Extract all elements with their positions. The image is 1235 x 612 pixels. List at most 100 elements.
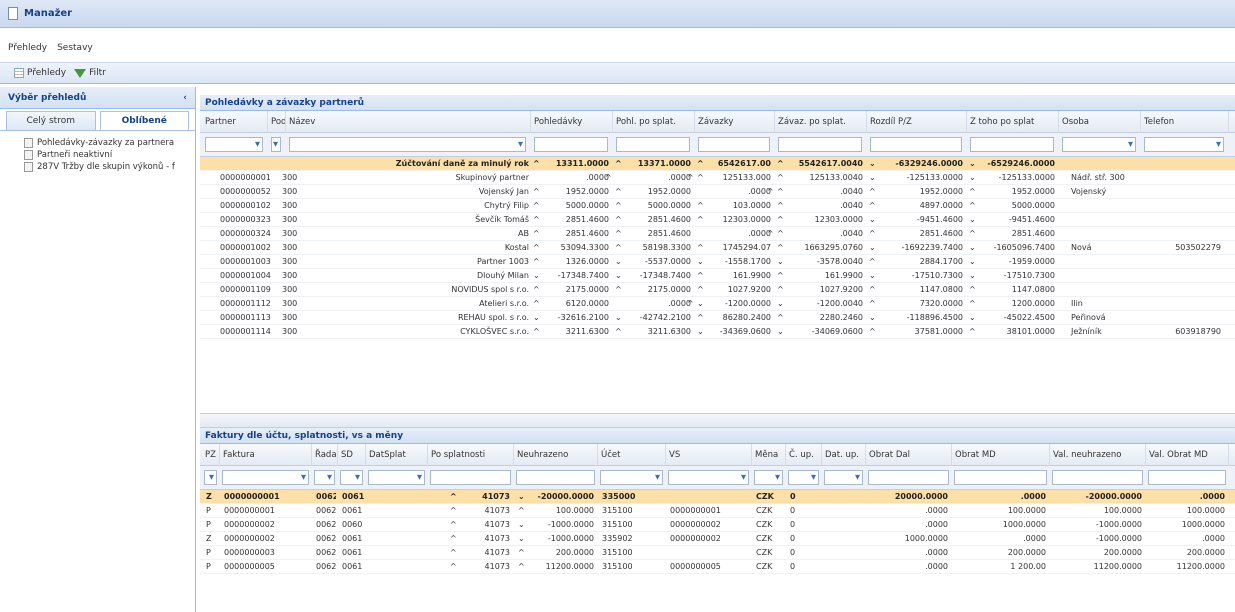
column-filter-input[interactable]	[430, 470, 511, 485]
arrow-down-icon: ⌄	[969, 215, 976, 224]
panel-splitter[interactable]	[200, 413, 1235, 428]
table-row[interactable]: P 0000000005 0062 0061 ^ 41073 ^ 11200.0000 3151…	[200, 560, 1235, 574]
column-header[interactable]: Účet	[598, 444, 666, 466]
table-row[interactable]: P 0000000002 0062 0060 ^ 41073 ⌄ -1000.0000 3151…	[200, 518, 1235, 532]
column-header[interactable]: Měna	[752, 444, 786, 466]
tree-item[interactable]: Pohledávky-závazky za partnera	[0, 137, 195, 149]
column-filter-input[interactable]	[954, 470, 1047, 485]
column-filter-input[interactable]	[698, 137, 770, 152]
column-header[interactable]: Z toho po splat	[967, 111, 1059, 133]
column-filter-input[interactable]	[1144, 137, 1224, 152]
column-header[interactable]: Pohledávky	[531, 111, 613, 133]
menu-sestavy[interactable]: Sestavy	[57, 43, 93, 53]
column-filter-input[interactable]	[314, 470, 335, 485]
column-filter-input[interactable]	[368, 470, 425, 485]
column-filter-input[interactable]	[340, 470, 363, 485]
filtr-button[interactable]: Filtr	[74, 68, 106, 78]
table-row[interactable]: 0000000102 300 Chytrý Filip ^ 5000.0000 ^ 5000…	[200, 199, 1235, 213]
column-header[interactable]: Po splatnosti	[428, 444, 514, 466]
column-header[interactable]: PZ	[202, 444, 220, 466]
column-filter-input[interactable]	[970, 137, 1054, 152]
table-row[interactable]: 0000001109 300 NOVIDUS spol s r.o. ^ 2175.00…	[200, 283, 1235, 297]
table-row[interactable]: Z 0000000001 0062 0061 ^ 41073 ⌄ -20000.0000 335…	[200, 490, 1235, 504]
column-filter-input[interactable]	[1052, 470, 1143, 485]
column-filter-input[interactable]	[204, 470, 217, 485]
summary-row[interactable]: Zúčtování daně za minulý rok ^ 13311.0000 ^…	[200, 157, 1235, 171]
column-filter-input[interactable]	[668, 470, 749, 485]
column-filter-input[interactable]	[1062, 137, 1136, 152]
invoices-filter-row	[200, 466, 1235, 490]
amount-value: -6529246.0000	[987, 159, 1055, 168]
contact-person: Nová	[1071, 243, 1092, 252]
column-header[interactable]: Dat. up.	[822, 444, 866, 466]
tab-cely-strom[interactable]: Celý strom	[6, 111, 96, 130]
column-filter-input[interactable]	[754, 470, 783, 485]
column-filter-input[interactable]	[222, 470, 309, 485]
column-filter-input[interactable]	[868, 470, 949, 485]
table-row[interactable]: P 0000000001 0062 0061 ^ 41073 ^ 100.0000 315100…	[200, 504, 1235, 518]
amount-value: 125133.0040	[809, 173, 863, 182]
currency-turnover-debit: .0000	[1202, 534, 1225, 543]
table-row[interactable]: 0000000323 300 Ševčík Tomáš ^ 2851.4600 ^ 2851…	[200, 213, 1235, 227]
arrow-down-icon: ⌄	[869, 173, 876, 182]
table-row[interactable]: 0000001003 300 Partner 1003 ^ 1326.0000 ⌄ -553…	[200, 255, 1235, 269]
column-header[interactable]: Partner	[202, 111, 268, 133]
column-filter-input[interactable]	[1148, 470, 1226, 485]
table-row[interactable]: Z 0000000002 0062 0061 ^ 41073 ⌄ -1000.0000 3359…	[200, 532, 1235, 546]
column-filter-input[interactable]	[516, 470, 595, 485]
prehledy-button[interactable]: Přehledy	[14, 68, 66, 78]
column-header[interactable]: Závazky	[695, 111, 775, 133]
column-header[interactable]: Č. up.	[786, 444, 822, 466]
table-row[interactable]: 0000001004 300 Dlouhý Milan ⌄ -17348.7400 ⌄ -1…	[200, 269, 1235, 283]
arrow-up-icon: ^	[697, 285, 704, 294]
table-row[interactable]: 0000001112 300 Atelieri s.r.o. ^ 6120.0000.0…	[200, 297, 1235, 311]
column-header[interactable]: Rozdíl P/Z	[867, 111, 967, 133]
column-filter-input[interactable]	[788, 470, 819, 485]
column-header[interactable]: Řada	[312, 444, 338, 466]
column-filter-input[interactable]	[289, 137, 526, 152]
column-header[interactable]: Závaz. po splat.	[775, 111, 867, 133]
amount-value: 1952.0000	[647, 187, 691, 196]
table-row[interactable]: P 0000000003 0062 0061 ^ 41073 ^ 200.0000 315100…	[200, 546, 1235, 560]
column-header[interactable]: Faktura	[220, 444, 312, 466]
unpaid-amount: -20000.0000	[537, 492, 594, 501]
table-row[interactable]: 0000001114 300 CYKLOŠVEC s.r.o. ^ 3211.6300 ^…	[200, 325, 1235, 339]
column-filter-input[interactable]	[616, 137, 690, 152]
column-filter-input[interactable]	[205, 137, 263, 152]
tab-oblibene[interactable]: Oblíbené	[99, 111, 189, 130]
column-header[interactable]: DatSplat	[366, 444, 428, 466]
column-header[interactable]: Obrat Dal	[866, 444, 952, 466]
column-filter-input[interactable]	[824, 470, 863, 485]
column-header[interactable]: Val. neuhrazeno	[1050, 444, 1146, 466]
arrow-down-icon: ⌄	[969, 243, 976, 252]
tree-item[interactable]: Partneři neaktivní	[0, 149, 195, 161]
column-filter-input[interactable]	[534, 137, 608, 152]
column-filter-input[interactable]	[870, 137, 962, 152]
column-header[interactable]: Neuhrazeno	[514, 444, 598, 466]
partner-name: REHAU spol. s r.o.	[457, 313, 529, 322]
column-header[interactable]: SD	[338, 444, 366, 466]
column-filter-input[interactable]	[778, 137, 862, 152]
column-header[interactable]: Podř	[268, 111, 286, 133]
column-header[interactable]: Obrat MD	[952, 444, 1050, 466]
column-header[interactable]: Val. Obrat MD	[1146, 444, 1229, 466]
report-icon	[24, 162, 33, 172]
collapse-icon[interactable]: ‹	[183, 93, 187, 103]
column-header[interactable]: Název	[286, 111, 531, 133]
arrow-up-icon: ^	[533, 327, 540, 336]
column-filter-input[interactable]	[600, 470, 663, 485]
table-row[interactable]: 0000001113 300 REHAU spol. s r.o. ⌄ -32616.2…	[200, 311, 1235, 325]
table-row[interactable]: 0000000001 300 Skupinový partner .0000 ^ .000…	[200, 171, 1235, 185]
partner-name: Dlouhý Milan	[476, 271, 529, 280]
arrow-up-icon: ^	[615, 159, 622, 168]
column-header[interactable]: Osoba	[1059, 111, 1141, 133]
table-row[interactable]: 0000000052 300 Vojenský Jan ^ 1952.0000 ^ 1952…	[200, 185, 1235, 199]
table-row[interactable]: 0000001002 300 Kostal ^ 53094.3300 ^ 58198.330…	[200, 241, 1235, 255]
column-header[interactable]: Telefon	[1141, 111, 1229, 133]
column-header[interactable]: Pohl. po splat.	[613, 111, 695, 133]
column-header[interactable]: VS	[666, 444, 752, 466]
table-row[interactable]: 0000000324 300 AB ^ 2851.4600 ^ 2851.4600.0000…	[200, 227, 1235, 241]
tree-item[interactable]: 287V Tržby dle skupin výkonů - f	[0, 161, 195, 173]
column-filter-input[interactable]	[271, 137, 281, 152]
menu-prehledy[interactable]: Přehledy	[8, 43, 47, 53]
